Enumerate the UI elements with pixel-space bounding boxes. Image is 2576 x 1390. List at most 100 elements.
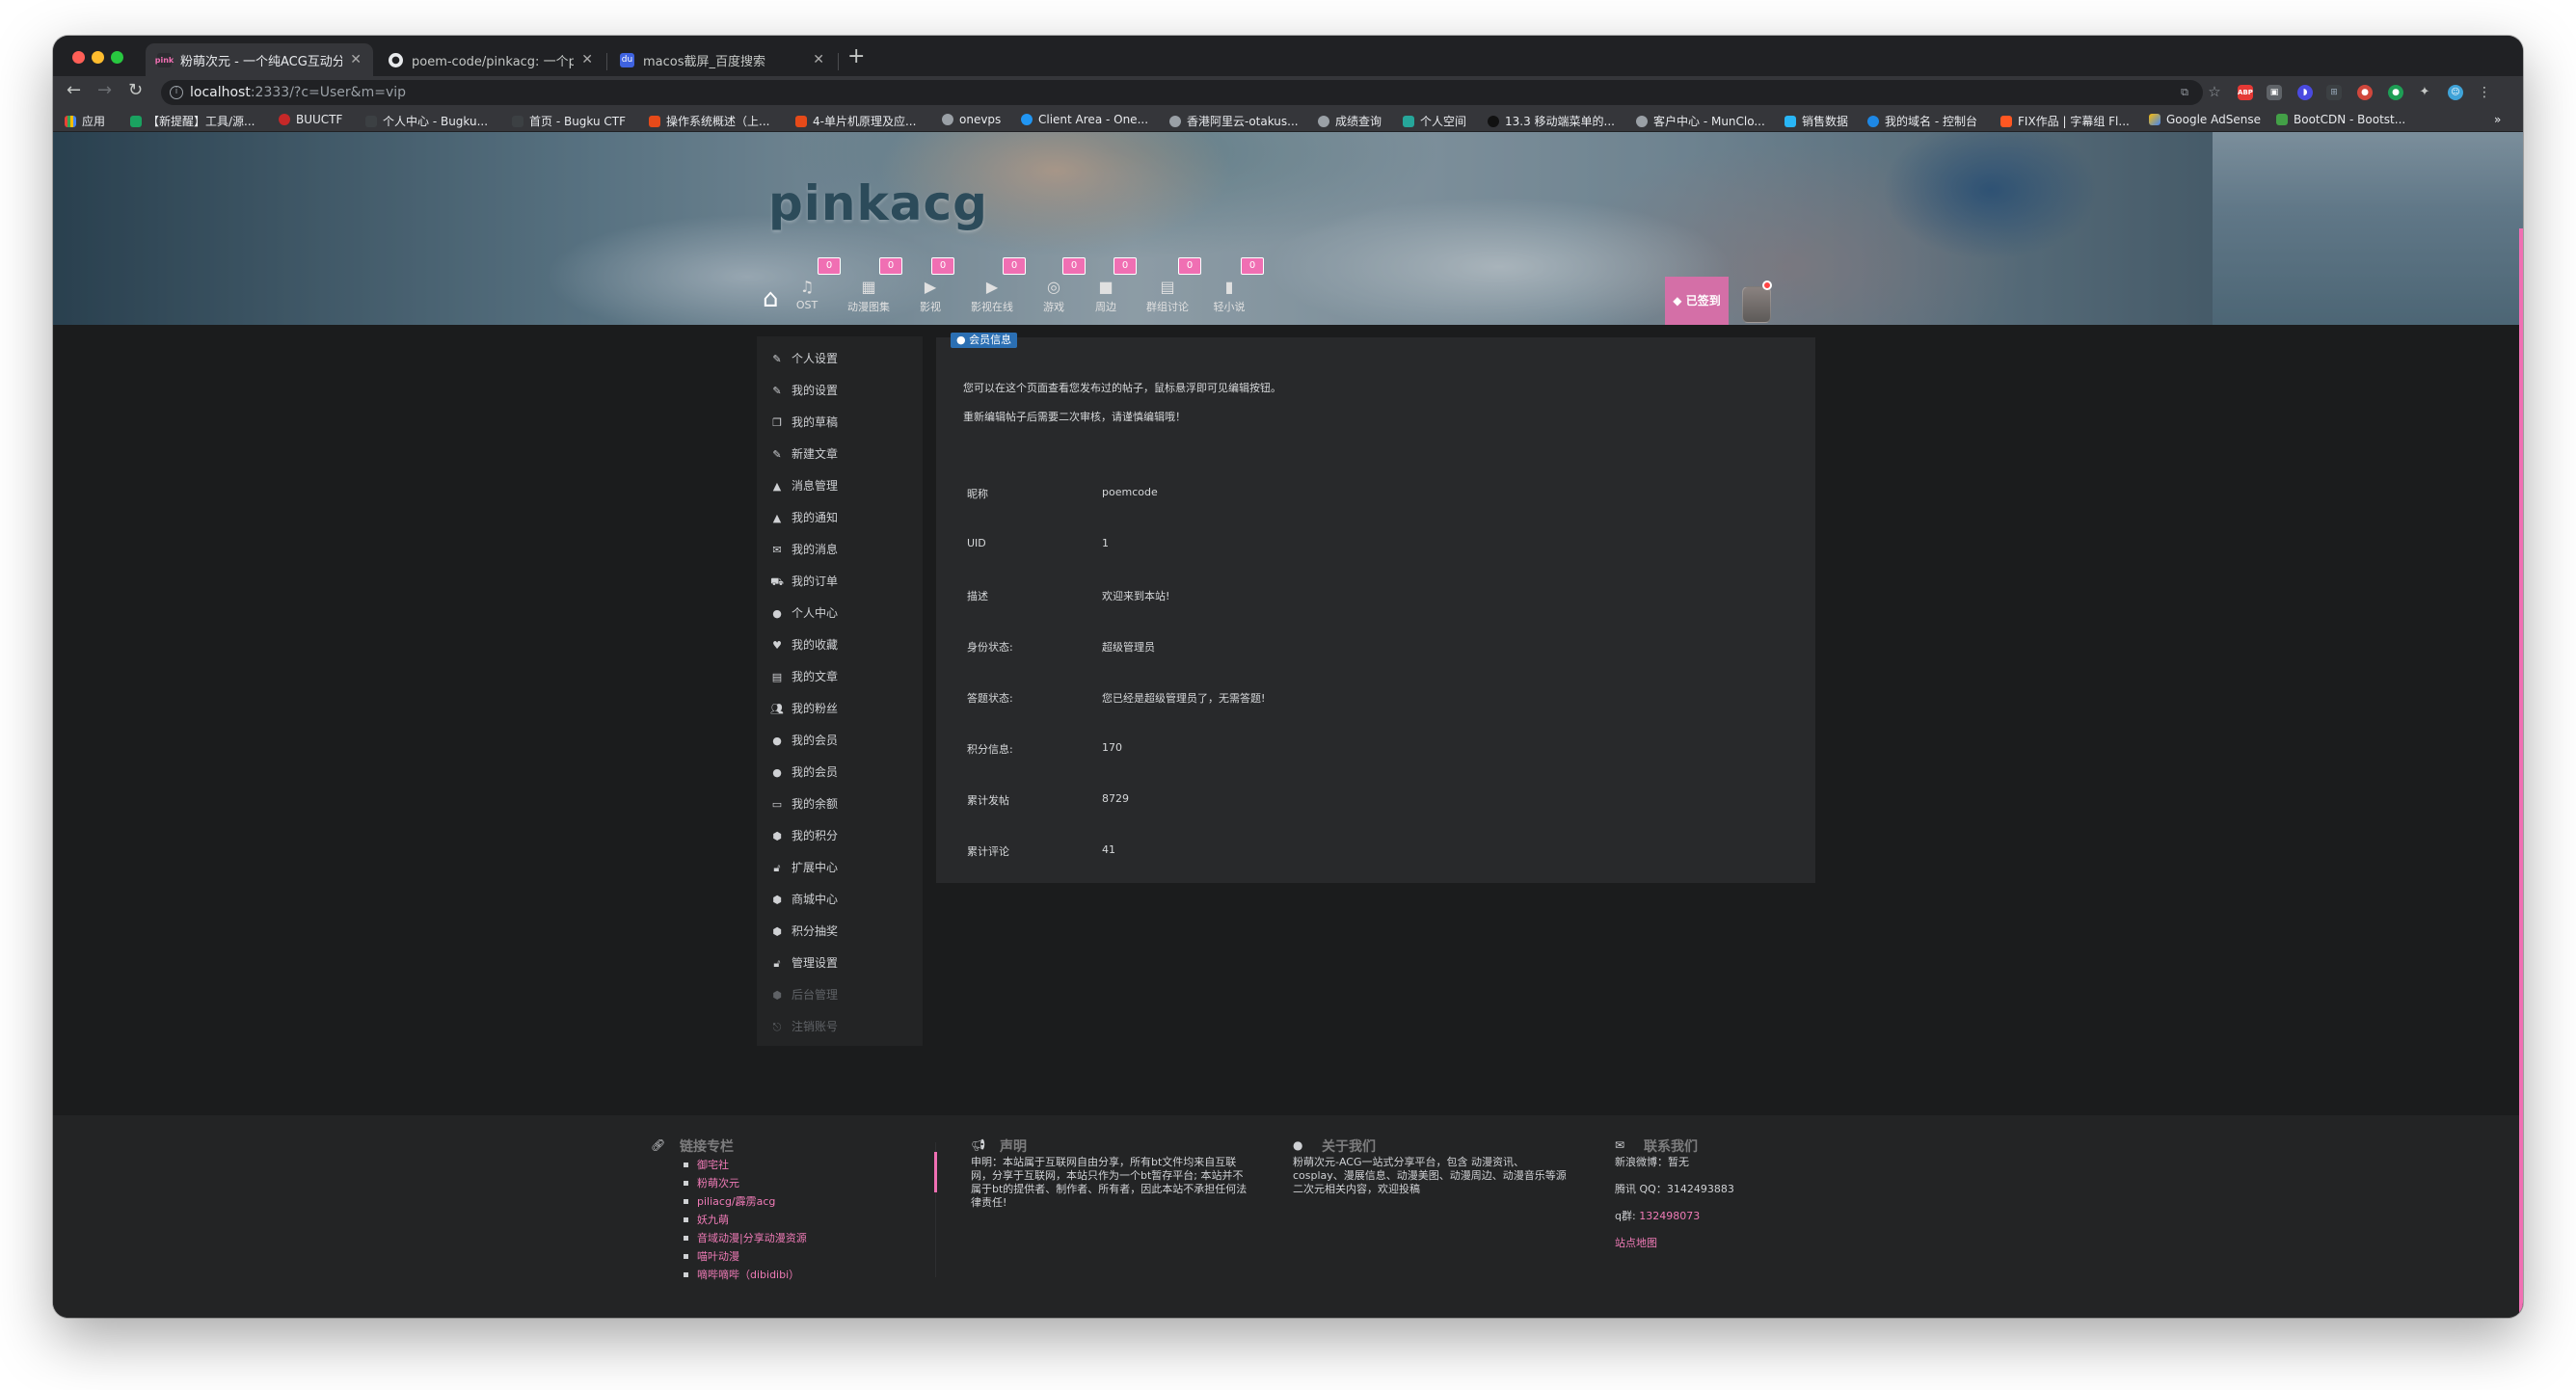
close-tab-icon[interactable]: ✕ (813, 52, 824, 67)
bookmark-item[interactable]: 销售数据 (1784, 113, 1848, 129)
extension-icon[interactable]: ▣ (2267, 85, 2282, 100)
friend-link[interactable]: 喵叶动漫 (684, 1247, 921, 1266)
nav-item-gallery[interactable]: 0 ▦ 动漫图集 (840, 257, 902, 325)
bookmark-item[interactable]: BootCDN - Bootst... (2276, 113, 2405, 126)
sidebar-item[interactable]: ✎ 我的设置 (757, 375, 923, 407)
tab-title: macos截屏_百度搜索 (643, 54, 766, 69)
info-icon[interactable]: i (170, 86, 183, 99)
extension-icon[interactable]: ◗ (2297, 85, 2313, 100)
extension-icon[interactable]: ● (2388, 85, 2403, 100)
sidebar-item[interactable]: ● 个人中心 (757, 598, 923, 629)
close-tab-icon[interactable]: ✕ (581, 52, 593, 67)
bookmark-item[interactable]: 个人中心 - Bugku... (365, 113, 488, 129)
close-window-button[interactable] (72, 51, 85, 64)
bookmark-item[interactable]: 成绩查询 (1318, 113, 1382, 129)
sidebar-item[interactable]: ● 我的会员 (757, 725, 923, 757)
bookmark-star-icon[interactable]: ☆ (2207, 84, 2222, 99)
bookmark-item[interactable]: 13.3 移动端菜单的... (1488, 113, 1615, 129)
sidebar-item[interactable]: ✎ 新建文章 (757, 439, 923, 470)
count-badge: 0 (1114, 257, 1137, 275)
friend-link[interactable]: 粉萌次元 (684, 1174, 921, 1192)
nav-item-video-online[interactable]: 0 ▶ 影视在线 (963, 257, 1026, 325)
gift-icon: ⬢ (772, 925, 782, 938)
nav-item-game[interactable]: 0 ◎ 游戏 (1025, 257, 1086, 325)
sidebar-item[interactable]: ✎ 个人设置 (757, 343, 923, 375)
extensions-puzzle-icon[interactable]: ✦ (2417, 85, 2432, 100)
qq-group-link[interactable]: 132498073 (1639, 1210, 1700, 1222)
home-icon[interactable]: ⌂ (763, 286, 779, 311)
sidebar-item[interactable]: ▤ 我的文章 (757, 661, 923, 693)
nav-item-ost[interactable]: 0 ♫ OST (778, 257, 841, 325)
sidebar-item[interactable]: ⎋ 注销账号 (757, 1011, 923, 1043)
tab-baidu[interactable]: du macos截屏_百度搜索 ✕ (608, 43, 836, 76)
sidebar-item[interactable]: ✉ 我的消息 (757, 534, 923, 566)
browser-menu-icon[interactable]: ⋮ (2477, 85, 2492, 100)
sidebar-item[interactable]: ⬢ 积分抽奖 (757, 916, 923, 948)
nav-item-group-chat[interactable]: 0 ▤ 群组讨论 (1139, 257, 1201, 325)
sitemap-link[interactable]: 站点地图 (1615, 1237, 1894, 1250)
sidebar-item[interactable]: ⛟ 我的订单 (757, 566, 923, 598)
forward-icon[interactable]: → (97, 80, 112, 100)
address-bar[interactable]: i localhost:2333/?c=User&m=vip (161, 80, 2203, 105)
nav-item-merch[interactable]: 0 ■ 周边 (1077, 257, 1137, 325)
gallery-icon: ▦ (861, 278, 876, 296)
friend-link[interactable]: piliacg/霹雳acg (684, 1192, 921, 1211)
close-tab-icon[interactable]: ✕ (350, 52, 362, 67)
sidebar-item[interactable]: ♥ 我的收藏 (757, 629, 923, 661)
adblock-icon[interactable]: ABP (2238, 85, 2253, 100)
pink-favicon-icon: pink (155, 52, 174, 67)
bookmark-apps[interactable]: 应用 (65, 113, 105, 129)
sidebar-item[interactable]: ⬢ 商城中心 (757, 884, 923, 916)
sidebar-item[interactable]: ⬢ 后台管理 (757, 979, 923, 1011)
tab-pinkacg[interactable]: pink 粉萌次元 - 一个纯ACG互动分享 ✕ (146, 43, 373, 76)
bookmark-item[interactable]: 首页 - Bugku CTF (512, 113, 626, 129)
reload-icon[interactable]: ↻ (128, 80, 143, 100)
bookmark-item[interactable]: Client Area - One... (1021, 113, 1148, 126)
translate-icon[interactable]: ⧉ (2177, 85, 2192, 100)
bookmark-item[interactable]: 香港阿里云-otakus... (1169, 113, 1299, 129)
bookmark-item[interactable]: 客户中心 - MunClo... (1636, 113, 1765, 129)
avatar[interactable] (1742, 286, 1771, 323)
sidebar-item[interactable]: ▭ 我的余额 (757, 789, 923, 820)
logout-icon: ⎋ (772, 1021, 782, 1033)
bookmark-item[interactable]: 我的域名 - 控制台 (1867, 113, 1977, 129)
site-logo[interactable]: pinkacg (768, 175, 988, 231)
sidebar-item[interactable]: ▲ 消息管理 (757, 470, 923, 502)
tab-github[interactable]: ● poem-code/pinkacg: 一个php ✕ (377, 43, 604, 76)
bookmark-item[interactable]: 【新提醒】工具/源... (130, 113, 255, 129)
friend-link[interactable]: 音域动漫|分享动漫资源 (684, 1229, 921, 1247)
sidebar-item[interactable]: 🔓︎ 管理设置 (757, 948, 923, 979)
bookmark-item[interactable]: 4-单片机原理及应... (795, 113, 916, 129)
friend-link[interactable]: 妖九萌 (684, 1211, 921, 1229)
minimize-window-button[interactable] (92, 51, 104, 64)
more-bookmarks-button[interactable]: » (2494, 113, 2501, 126)
info-label: 累计评论 (967, 845, 1009, 858)
bookmark-item[interactable]: 个人空间 (1403, 113, 1466, 129)
friend-link[interactable]: 御宅社 (684, 1156, 921, 1174)
sidebar-item[interactable]: 🔓︎ 扩展中心 (757, 852, 923, 884)
extension-icon[interactable]: ⊞ (2326, 85, 2342, 100)
sidebar-item[interactable]: ● 我的会员 (757, 757, 923, 789)
bookmark-item[interactable]: BUUCTF (279, 113, 342, 126)
bookmark-item[interactable]: onevps (942, 113, 1001, 126)
notification-dot (1762, 281, 1772, 290)
sidebar-item-label: 我的余额 (792, 797, 839, 811)
sidebar-item[interactable]: ⬢ 我的积分 (757, 820, 923, 852)
new-tab-button[interactable]: + (847, 45, 865, 68)
back-icon[interactable]: ← (67, 80, 81, 100)
profile-avatar-icon[interactable]: ☺ (2448, 85, 2463, 100)
sidebar-item[interactable]: 👥︎ 我的粉丝 (757, 693, 923, 725)
nav-item-video[interactable]: 0 ▶ 影视 (901, 257, 959, 325)
bookmark-item[interactable]: FIX作品 | 字幕组 Fl... (2000, 113, 2130, 129)
nav-item-light-novel[interactable]: 0 ▮ 轻小说 (1200, 257, 1264, 325)
info-label: UID (967, 537, 986, 549)
extension-icon[interactable]: ● (2357, 85, 2373, 100)
sidebar-item[interactable]: ❐ 我的草稿 (757, 407, 923, 439)
signed-in-button[interactable]: ◆ 已签到 (1665, 277, 1729, 325)
file-icon: ▤ (771, 671, 783, 683)
sidebar-item[interactable]: ▲ 我的通知 (757, 502, 923, 534)
bookmark-item[interactable]: 操作系统概述（上... (649, 113, 769, 129)
bookmark-item[interactable]: Google AdSense (2149, 113, 2261, 126)
friend-link[interactable]: 嘀哔嘀哔（dibidibi） (684, 1266, 921, 1284)
zoom-window-button[interactable] (111, 51, 123, 64)
